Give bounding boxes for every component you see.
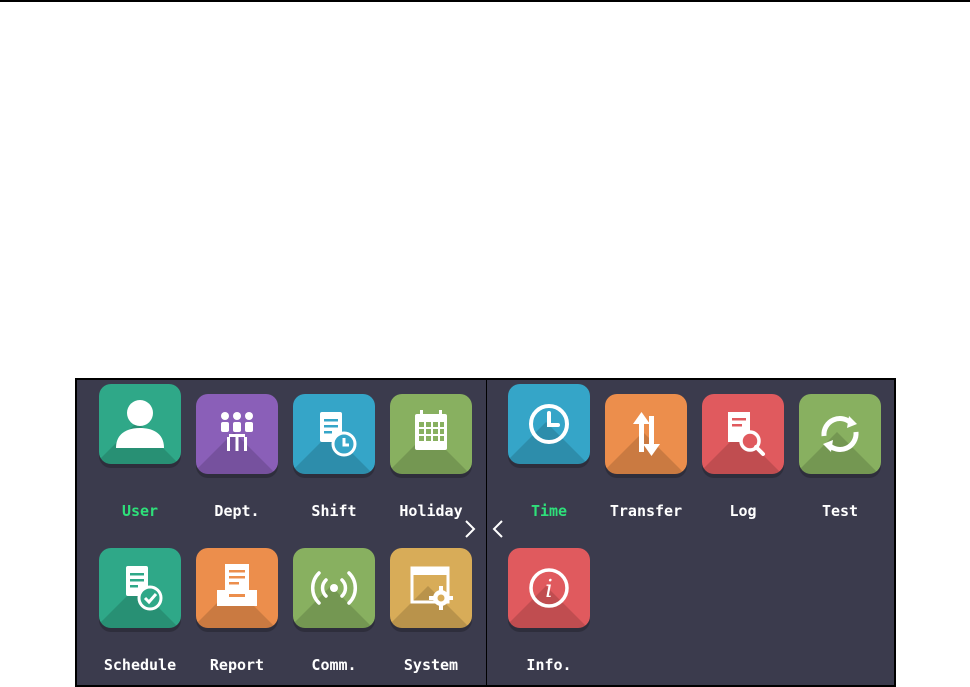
menu-item-test[interactable]: Test (785, 394, 881, 524)
menu-item-label: User (121, 502, 159, 520)
menu-item-label: Time (530, 502, 568, 520)
menu-page-right: Time Transfer Log Test i Info. (486, 378, 896, 687)
menu-item-comm[interactable]: Comm. (279, 548, 375, 678)
menu-item-label: Dept. (214, 502, 260, 520)
refresh-icon (799, 394, 881, 474)
menu-item-label: Test (821, 502, 859, 520)
menu-item-label: Transfer (609, 502, 683, 520)
user-icon (99, 384, 181, 464)
menu-item-label: Shift (311, 502, 357, 520)
calendar-icon (390, 394, 472, 474)
clock-icon (508, 384, 590, 464)
menu-item-user[interactable]: User (85, 384, 181, 524)
menu-item-dept[interactable]: Dept. (182, 394, 278, 524)
menu-item-log[interactable]: Log (688, 394, 784, 524)
menu-item-label: Info. (526, 656, 572, 674)
svg-text:i: i (545, 575, 553, 603)
menu-item-holiday[interactable]: Holiday (376, 394, 472, 524)
info-icon: i (508, 548, 590, 628)
menu-item-shift[interactable]: Shift (279, 394, 375, 524)
transfer-icon (605, 394, 687, 474)
menu-item-label: Schedule (103, 656, 177, 674)
log-search-icon (702, 394, 784, 474)
report-icon (196, 548, 278, 628)
menu-item-label: System (403, 656, 459, 674)
wireless-icon (293, 548, 375, 628)
menu-item-time[interactable]: Time (494, 384, 590, 524)
menu-item-transfer[interactable]: Transfer (591, 394, 687, 524)
department-icon (196, 394, 278, 474)
menu-item-info[interactable]: i Info. (494, 548, 590, 678)
menu-item-label: Report (209, 656, 265, 674)
shift-icon (293, 394, 375, 474)
menu-item-report[interactable]: Report (182, 548, 278, 678)
menu-item-schedule[interactable]: Schedule (85, 548, 181, 678)
menu-item-label: Log (729, 502, 757, 520)
menu-item-label: Comm. (311, 656, 357, 674)
previous-page-arrow-icon[interactable] (491, 518, 505, 540)
top-divider (0, 0, 970, 2)
menu-page-left: User Dept. Shift Holiday Schedule Report (75, 378, 487, 687)
next-page-arrow-icon[interactable] (463, 518, 477, 540)
system-settings-icon (390, 548, 472, 628)
menu-item-system[interactable]: System (376, 548, 472, 678)
schedule-icon (99, 548, 181, 628)
